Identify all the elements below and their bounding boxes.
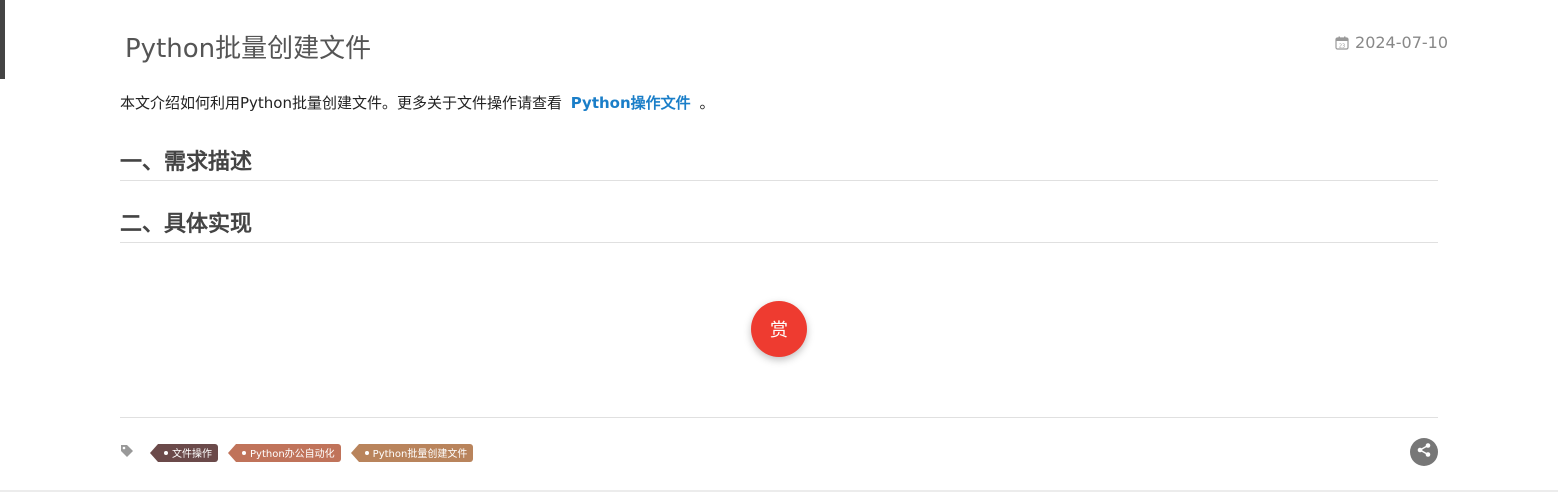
tags-list: 文件操作 Python办公自动化 Python批量创建文件 <box>120 443 474 462</box>
article-page: Python批量创建文件 23 2024-07-10 本文介绍如何利用Pytho… <box>0 0 1558 492</box>
section-heading-implementation: 二、具体实现 <box>120 206 1438 243</box>
intro-paragraph: 本文介绍如何利用Python批量创建文件。更多关于文件操作请查看 Python操… <box>120 92 714 113</box>
share-icon <box>1416 442 1432 462</box>
svg-text:23: 23 <box>1339 43 1345 49</box>
post-date: 23 2024-07-10 <box>1335 33 1448 52</box>
share-button[interactable] <box>1410 438 1438 466</box>
tag-python-office-automation[interactable]: Python办公自动化 <box>228 443 341 462</box>
section-heading-requirements: 一、需求描述 <box>120 144 1438 181</box>
tag-icon <box>120 443 134 462</box>
reward-button[interactable]: 赏 <box>751 301 807 357</box>
tag-dot <box>364 450 369 455</box>
tag-dot <box>242 450 246 455</box>
intro-text-end: 。 <box>699 94 715 112</box>
post-date-text: 2024-07-10 <box>1355 33 1448 52</box>
divider <box>120 417 1438 418</box>
intro-text: 本文介绍如何利用Python批量创建文件。更多关于文件操作请查看 <box>120 94 562 112</box>
reward-label: 赏 <box>770 320 788 341</box>
calendar-icon: 23 <box>1335 36 1349 50</box>
tag-file-operations[interactable]: 文件操作 <box>150 443 218 462</box>
left-accent-bar <box>0 0 5 79</box>
tag-python-batch-create-files[interactable]: Python批量创建文件 <box>350 443 474 462</box>
tag-label: 文件操作 <box>172 449 212 460</box>
tag-dot <box>164 450 168 455</box>
tag-label: Python批量创建文件 <box>372 449 468 460</box>
tag-label: Python办公自动化 <box>250 449 335 460</box>
python-file-ops-link[interactable]: Python操作文件 <box>571 94 691 112</box>
page-title: Python批量创建文件 <box>125 34 372 64</box>
